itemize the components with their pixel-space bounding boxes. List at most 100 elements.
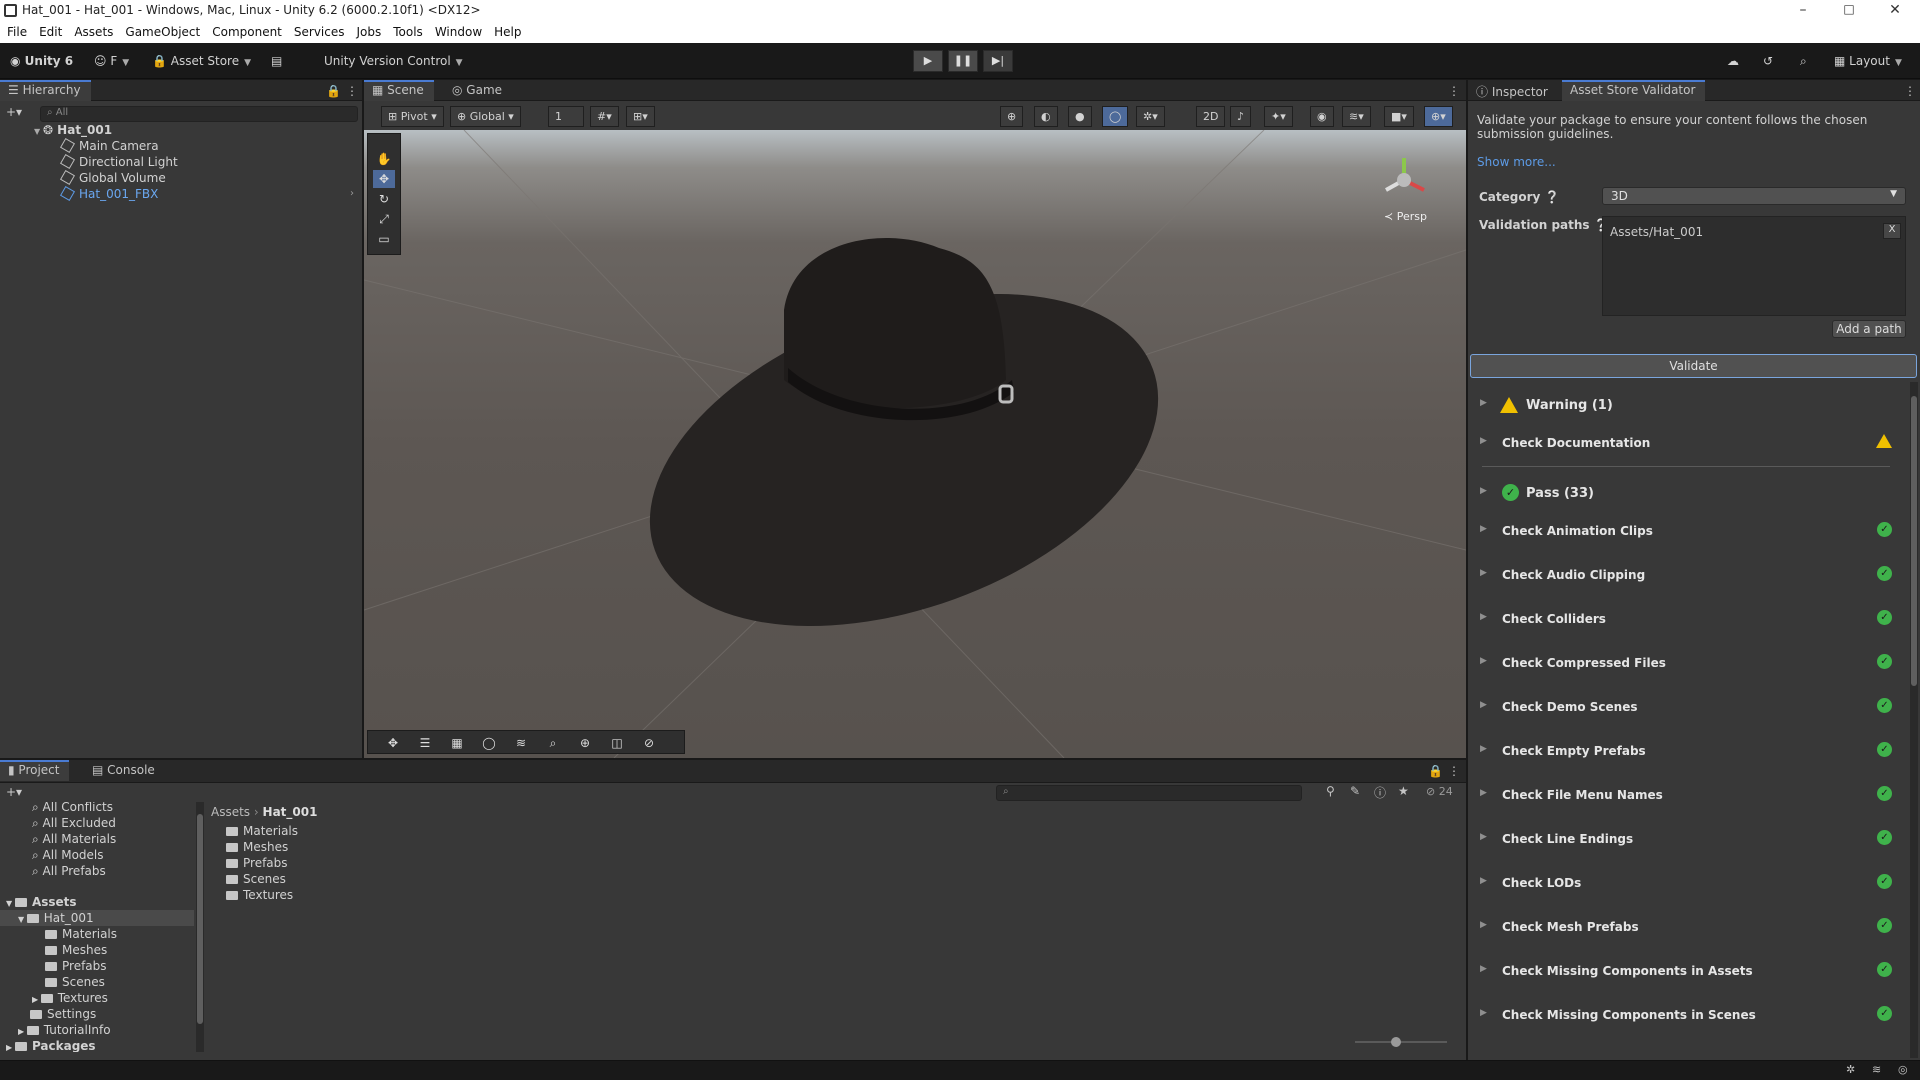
- breadcrumb-item[interactable]: Hat_001: [263, 805, 318, 819]
- rotate-tool-icon[interactable]: ↻: [373, 190, 395, 208]
- pass-group-header[interactable]: ▶ ✓ Pass (33): [1480, 484, 1900, 506]
- orientation-gizmo[interactable]: [1374, 150, 1434, 205]
- search-icon[interactable]: ⌕: [1800, 54, 1807, 69]
- zoom-icon[interactable]: ⌕: [542, 734, 564, 752]
- favorite-item[interactable]: ⌕ All Excluded: [32, 816, 116, 831]
- filter-label-icon[interactable]: ✎: [1350, 784, 1360, 798]
- check-row[interactable]: ▶ Check LODs ✓: [1480, 874, 1900, 896]
- tab-project[interactable]: ▮ Project: [0, 760, 70, 781]
- favorite-item[interactable]: ⌕ All Prefabs: [32, 864, 106, 879]
- check-row[interactable]: ▶ Check Animation Clips ✓: [1480, 522, 1900, 544]
- visibility-icon[interactable]: ◉: [1310, 106, 1334, 127]
- audio-toggle-icon[interactable]: ♪: [1230, 106, 1252, 127]
- inspector-more-icon[interactable]: ⋮: [1904, 84, 1916, 98]
- check-row[interactable]: ▶ Check Audio Clipping ✓: [1480, 566, 1900, 588]
- tab-inspector[interactable]: ⓘ Inspector: [1468, 80, 1558, 101]
- project-search-input[interactable]: ⌕: [996, 785, 1302, 801]
- menu-gameobject[interactable]: GameObject: [118, 22, 205, 39]
- store-icon[interactable]: ▤: [271, 54, 282, 68]
- step-button[interactable]: ▶|: [983, 50, 1013, 72]
- grid-icon[interactable]: ▦: [446, 734, 468, 752]
- hidden-packages-count[interactable]: ⊘ 24: [1426, 785, 1453, 798]
- tree-item-meshes[interactable]: Meshes: [45, 943, 107, 957]
- icon-size-slider[interactable]: [1355, 1037, 1447, 1047]
- camera-icon[interactable]: ◫: [606, 734, 628, 752]
- snap-increment-field[interactable]: 1: [548, 106, 584, 127]
- tab-asset-store-validator[interactable]: Asset Store Validator: [1562, 80, 1706, 101]
- list-item[interactable]: Scenes: [226, 872, 286, 886]
- tab-scene[interactable]: ▦ Scene: [364, 80, 434, 101]
- scale-tool-icon[interactable]: ⤢: [373, 210, 395, 228]
- scene-viewport[interactable]: ✋ ✥ ↻ ⤢ ▭ ≺ Persp ✥ ☰ ▦ ◯ ≋ ⌕ ⊕ ◫ ⊘: [364, 130, 1466, 758]
- check-row[interactable]: ▶ Check Missing Components in Assets ✓: [1480, 962, 1900, 984]
- menu-component[interactable]: Component: [205, 22, 287, 39]
- global-dropdown[interactable]: ⊕ Global ▾: [450, 106, 521, 127]
- hand-tool-icon[interactable]: ✋: [373, 150, 395, 168]
- tab-hierarchy[interactable]: ☰ Hierarchy: [0, 80, 91, 101]
- gizmos-dropdown[interactable]: ⊕▾: [1424, 106, 1453, 127]
- close-button[interactable]: ✕: [1880, 2, 1910, 18]
- validator-scrollbar[interactable]: [1910, 382, 1918, 1058]
- tree-item-scenes[interactable]: Scenes: [45, 975, 105, 989]
- asset-store-button[interactable]: 🔒 Asset Store ▼: [152, 54, 251, 68]
- tree-item-assets[interactable]: ▼ Assets: [6, 895, 77, 909]
- move-tool-icon[interactable]: ✥: [373, 170, 395, 188]
- check-row[interactable]: ▶ Check Colliders ✓: [1480, 610, 1900, 632]
- 2d-toggle-icon[interactable]: 2D: [1196, 106, 1226, 127]
- maximize-button[interactable]: □: [1834, 2, 1864, 16]
- more-icon[interactable]: ⋮: [346, 84, 358, 98]
- menu-tools[interactable]: Tools: [386, 22, 428, 39]
- draw-mode-shaded-wire-icon[interactable]: ◐: [1034, 106, 1058, 127]
- version-control-button[interactable]: Unity Version Control ▼: [324, 54, 463, 68]
- projection-label[interactable]: ≺ Persp: [1384, 210, 1427, 223]
- favorite-item[interactable]: ⌕ All Materials: [32, 832, 116, 847]
- favorite-item[interactable]: ⌕ All Models: [32, 848, 104, 863]
- list-item[interactable]: Materials: [226, 824, 298, 838]
- sphere-icon[interactable]: ◯: [478, 734, 500, 752]
- add-object-button[interactable]: +▾: [6, 105, 22, 119]
- remove-path-button[interactable]: X: [1883, 223, 1901, 239]
- draw-mode-wire-icon[interactable]: ⊕: [1000, 106, 1024, 127]
- lighting-dropdown[interactable]: ✲▾: [1136, 106, 1165, 127]
- tab-game[interactable]: ◎ Game: [444, 80, 512, 101]
- menu-services[interactable]: Services: [287, 22, 350, 39]
- pause-button[interactable]: ❚❚: [948, 50, 978, 72]
- hierarchy-item-global-volume[interactable]: Global Volume: [59, 169, 166, 187]
- hierarchy-search-input[interactable]: ⌕ All: [40, 106, 358, 122]
- layers-icon[interactable]: ≋: [510, 734, 532, 752]
- progress-icon[interactable]: ◎: [1898, 1063, 1908, 1076]
- debug-icon[interactable]: ✲: [1846, 1063, 1855, 1076]
- project-lock-icon[interactable]: 🔒: [1428, 764, 1443, 778]
- check-row[interactable]: ▶ Check Line Endings ✓: [1480, 830, 1900, 852]
- check-row[interactable]: ▶ Check File Menu Names ✓: [1480, 786, 1900, 808]
- layout-dropdown[interactable]: ▦ Layout ▼: [1834, 54, 1902, 68]
- tree-item-prefabs[interactable]: Prefabs: [45, 959, 107, 973]
- rect-tool-icon[interactable]: ▭: [373, 230, 395, 248]
- filter-info-icon[interactable]: ⓘ: [1374, 784, 1386, 801]
- warning-group-header[interactable]: ▶ Warning (1): [1480, 396, 1900, 418]
- grid-visibility-dropdown[interactable]: ⊞▾: [626, 106, 655, 127]
- layers-status-icon[interactable]: ≋: [1872, 1063, 1881, 1076]
- menu-jobs[interactable]: Jobs: [350, 22, 387, 39]
- tree-scrollbar[interactable]: [196, 802, 204, 1052]
- account-button[interactable]: ◉ Unity 6: [10, 54, 73, 68]
- tree-item-settings[interactable]: Settings: [30, 1007, 96, 1021]
- menu-edit[interactable]: Edit: [32, 22, 67, 39]
- check-row[interactable]: ▶ Check Empty Prefabs ✓: [1480, 742, 1900, 764]
- history-icon[interactable]: ↺: [1763, 54, 1773, 68]
- pivot-icon[interactable]: ⊕: [574, 734, 596, 752]
- compass-icon[interactable]: ⊘: [638, 734, 660, 752]
- expand-prefab-icon[interactable]: ›: [350, 188, 354, 199]
- draw-mode-lit-icon[interactable]: ◯: [1102, 106, 1129, 127]
- hierarchy-item-directional-light[interactable]: Directional Light: [59, 153, 178, 171]
- validate-button[interactable]: Validate: [1470, 354, 1917, 378]
- project-more-icon[interactable]: ⋮: [1448, 764, 1460, 778]
- menu-help[interactable]: Help: [487, 22, 526, 39]
- play-button[interactable]: ▶: [913, 50, 943, 72]
- move-icon[interactable]: ✥: [382, 734, 404, 752]
- tree-item-textures[interactable]: ▶ Textures: [32, 991, 108, 1005]
- tree-item-hat001[interactable]: ▼ Hat_001: [18, 911, 94, 925]
- tree-item-tutorialinfo[interactable]: ▶ TutorialInfo: [18, 1023, 111, 1037]
- draw-mode-shaded-icon[interactable]: ●: [1068, 106, 1092, 127]
- minimize-button[interactable]: –: [1788, 2, 1818, 18]
